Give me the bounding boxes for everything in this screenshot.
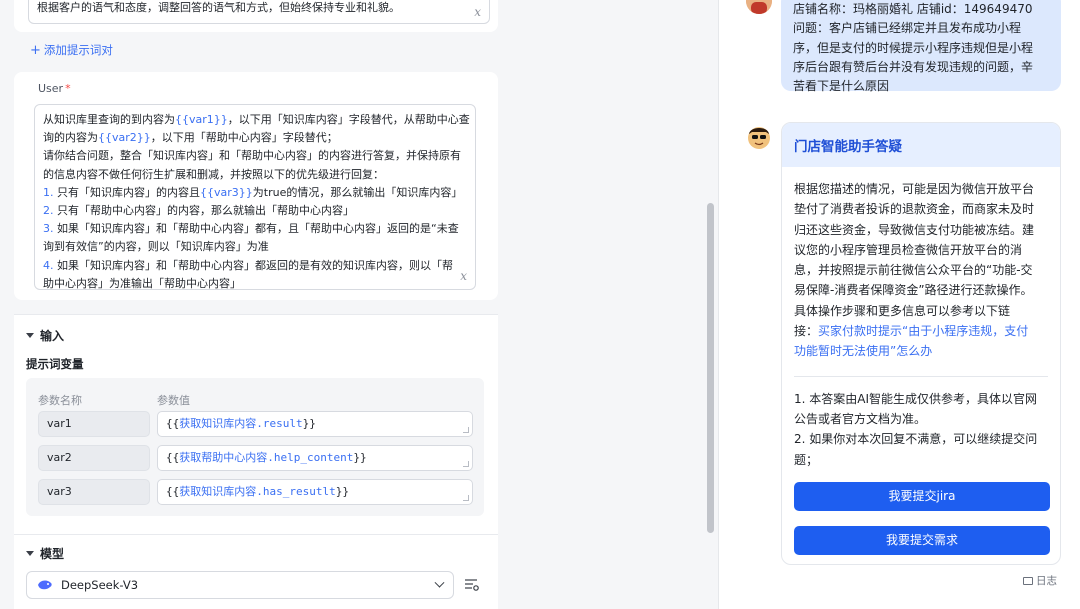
answer-link-line: 接：买家付款时提示“由于小程序违规，支付 [794,324,1029,339]
user-role-label: User * [38,82,71,95]
param-name-var1[interactable]: var1 [38,411,150,437]
answer-line: 具体操作步骤和更多信息可以参考以下链 [794,303,1011,318]
caret-down-icon [26,333,34,338]
user-message-line: 店铺名称：玛格丽婚礼 店铺id：149649470 [793,2,1033,16]
user-prompt-line: 1. 只有「知识库内容」的内容且{{var3}}为true的情况，那么就输出「知… [43,185,463,199]
note-line: 公告或者官方文档为准。 [794,411,927,426]
user-message-line: 序，但是支付的时候提示小程序违规但是小程 [793,40,1034,55]
insert-variable-icon[interactable]: x [460,267,467,285]
model-select-value: DeepSeek-V3 [61,578,139,592]
user-prompt-line: 询到有效信”的内容，则以「知识库内容」为准 [43,240,269,254]
answer-line: 根据您描述的情况，可能是因为微信开放平台 [794,182,1035,196]
model-settings-icon[interactable] [464,578,480,592]
help-article-link[interactable]: 买家付款时提示“由于小程序违规，支付 [818,324,1028,338]
user-message-line: 苦看下是什么原因 [793,79,890,94]
col-header-name: 参数名称 [38,394,82,407]
param-value-var2[interactable]: {{获取帮助中心内容.help_content}} [157,445,473,471]
plus-icon: + [30,42,41,58]
note-line: 题； [794,452,819,467]
user-prompt-line: 2. 只有「帮助中心内容」的内容，那么就输出「帮助中心内容」 [43,204,354,218]
deepseek-whale-icon [38,580,52,590]
vertical-scrollbar[interactable] [707,203,714,533]
answer-card: 门店智能助手答疑 根据您描述的情况，可能是因为微信开放平台 垫付了消费者投诉的退… [781,122,1061,565]
param-value-var3[interactable]: {{获取知识库内容.has_resutlt}} [157,479,473,505]
log-button[interactable]: 日志 [1023,573,1057,588]
chat-preview-panel: 店铺名称：玛格丽婚礼 店铺id：149649470 问题：客户店铺已经绑定并且发… [718,0,1080,609]
answer-line: 息，并按照提示前往微信公众平台的“功能-交 [794,263,1033,278]
user-prompt-line: 助中心内容」为准输出「帮助中心内容」 [43,276,241,290]
resize-handle-icon[interactable] [463,427,469,433]
submit-demand-button[interactable]: 我要提交需求 [794,526,1050,555]
user-prompt-line: 3. 如果「知识库内容」和「帮助中心内容」都有，且「帮助中心内容」返回的是“未查 [43,222,459,236]
user-message-bubble: 店铺名称：玛格丽婚礼 店铺id：149649470 问题：客户店铺已经绑定并且发… [781,0,1061,93]
insert-variable-icon[interactable]: x [474,3,481,21]
user-prompt-line: 4. 如果「知识库内容」和「帮助中心内容」都返回的是有效的知识库内容，则以「帮 [43,258,453,272]
add-prompt-pair-link[interactable]: + 添加提示词对 [30,42,113,58]
input-section-header[interactable]: 输入 [26,327,64,344]
user-prompt-line: 请你结合问题，整合「知识库内容」和「帮助中心内容」的内容进行答复，并保持原有 [43,149,461,163]
add-prompt-pair-label: 添加提示词对 [43,43,113,57]
col-header-value: 参数值 [157,394,190,407]
user-message-line: 问题：客户店铺已经绑定并且发布成功小程 [793,21,1022,36]
param-name-var3[interactable]: var3 [38,479,150,505]
answer-line: 易保障-消费者保障资金”路径进行还款操作。 [794,283,1033,298]
system-prompt-textarea[interactable]: 根据客户的语气和态度，调整回答的语气和方式，但始终保持专业和礼貌。 x [28,0,490,24]
log-label: 日志 [1036,575,1057,587]
note-line: 2. 如果你对本次回复不满意，可以继续提交问 [794,432,1038,447]
submit-jira-button[interactable]: 我要提交jira [794,482,1050,511]
user-message-line: 序后台跟有赞后台并没有发现违规的问题，辛 [793,59,1034,74]
input-section-title: 输入 [40,329,65,343]
answer-line: 垫付了消费者投诉的退款资金，而商家未及时 [794,202,1035,217]
system-prompt-card: 根据客户的语气和态度，调整回答的语气和方式，但始终保持专业和礼貌。 x [14,0,498,32]
answer-line: 议您的小程序管理员检查微信开放平台的消 [794,242,1023,257]
user-prompt-line: 询的内容为{{var2}}，以下用「帮助中心内容」字段替代； [43,131,338,145]
prompt-vars-title: 提示词变量 [26,357,84,371]
user-avatar [746,0,772,14]
user-prompt-line: 从知识库里查询的到内容为{{var1}}，以下用「知识库内容」字段替代，从帮助中… [43,113,470,126]
system-prompt-text: 根据客户的语气和态度，调整回答的语气和方式，但始终保持专业和礼貌。 [37,1,400,14]
section-divider [14,314,498,315]
model-section-title: 模型 [40,547,65,561]
answer-line: 归还这些资金，导致微信支付功能被冻结。建 [794,222,1035,237]
help-article-link-cont[interactable]: 功能暂时无法使用”怎么办 [794,344,932,358]
caret-down-icon [26,551,34,556]
bot-avatar [746,124,772,150]
model-section-header[interactable]: 模型 [26,545,64,562]
resize-handle-icon[interactable] [463,495,469,501]
log-icon [1023,576,1033,585]
answer-notes: 1. 本答案由AI智能生成仅供参考，具体以官网 公告或者官方文档为准。 2. 如… [782,377,1060,470]
user-prompt-line: 的信息内容不做任何衍生扩展和删减，并按照以下的优先级进行回复： [43,167,384,181]
param-name-var2[interactable]: var2 [38,445,150,471]
chevron-down-icon [434,577,445,588]
user-prompt-textarea[interactable]: 从知识库里查询的到内容为{{var1}}，以下用「知识库内容」字段替代，从帮助中… [34,104,476,290]
answer-title: 门店智能助手答疑 [782,123,1060,167]
answer-body: 根据您描述的情况，可能是因为微信开放平台 垫付了消费者投诉的退款资金，而商家未及… [782,167,1060,362]
section-divider [14,534,498,535]
model-select[interactable]: DeepSeek-V3 [26,571,454,599]
workflow-editor-panel: 根据客户的语气和态度，调整回答的语气和方式，但始终保持专业和礼貌。 x + 添加… [0,0,718,609]
resize-handle-icon[interactable] [463,461,469,467]
param-value-var1[interactable]: {{获取知识库内容.result}} [157,411,473,437]
user-prompt-text: 从知识库里查询的到内容为{{var1}}，以下用「知识库内容」字段替代，从帮助中… [43,111,470,290]
note-line: 1. 本答案由AI智能生成仅供参考，具体以官网 [794,391,1038,406]
